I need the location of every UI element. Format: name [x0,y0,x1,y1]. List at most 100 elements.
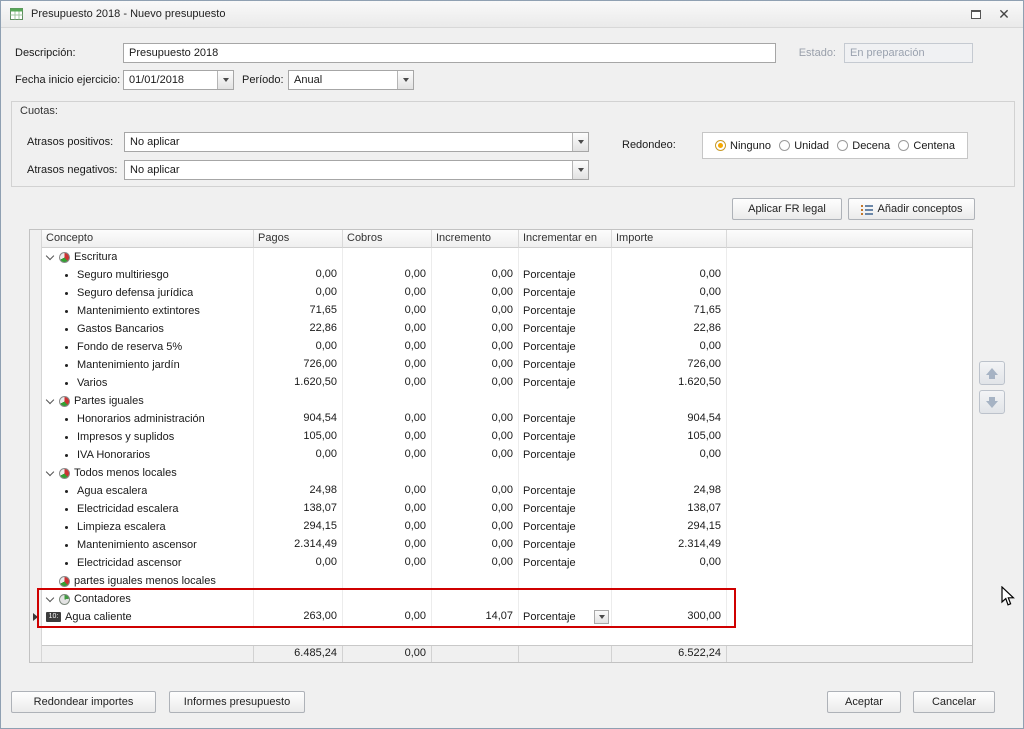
incremento-cell[interactable]: 0,00 [432,518,519,536]
incremento-cell[interactable]: 0,00 [432,284,519,302]
chevron-expanded-icon[interactable] [46,467,54,475]
importe-cell[interactable] [612,464,727,482]
incremento-cell[interactable]: 0,00 [432,338,519,356]
incremento-cell[interactable]: 0,00 [432,320,519,338]
group-row[interactable]: Escritura [42,248,972,266]
column-header-concepto[interactable]: Concepto [42,230,254,248]
concept-row[interactable]: Agua escalera24,980,000,00Porcentaje24,9… [42,482,972,500]
concepto-cell[interactable]: Escritura [42,248,254,266]
title-bar[interactable]: Presupuesto 2018 - Nuevo presupuesto ✕ [1,1,1023,28]
cobros-cell[interactable]: 0,00 [343,554,432,572]
concept-row[interactable]: Impresos y suplidos105,000,000,00Porcent… [42,428,972,446]
concept-row[interactable]: Varios1.620,500,000,00Porcentaje1.620,50 [42,374,972,392]
pagos-cell[interactable]: 71,65 [254,302,343,320]
descripcion-input[interactable]: Presupuesto 2018 [123,43,776,63]
concept-row[interactable]: Electricidad escalera138,070,000,00Porce… [42,500,972,518]
importe-cell[interactable]: 0,00 [612,554,727,572]
concept-row[interactable]: Electricidad ascensor0,000,000,00Porcent… [42,554,972,572]
column-header-pagos[interactable]: Pagos [254,230,343,248]
cobros-cell[interactable]: 0,00 [343,374,432,392]
importe-cell[interactable]: 24,98 [612,482,727,500]
importe-cell[interactable] [612,392,727,410]
chevron-expanded-icon[interactable] [46,395,54,403]
fecha-inicio-combo[interactable]: 01/01/2018 [123,70,234,90]
concepto-cell[interactable]: Todos menos locales [42,464,254,482]
periodo-combo[interactable]: Anual [288,70,414,90]
incrementar-en-cell[interactable] [519,464,612,482]
cobros-cell[interactable]: 0,00 [343,536,432,554]
pagos-cell[interactable]: 904,54 [254,410,343,428]
cobros-cell[interactable]: 0,00 [343,284,432,302]
cobros-cell[interactable]: 0,00 [343,500,432,518]
cobros-cell[interactable]: 0,00 [343,410,432,428]
cobros-cell[interactable]: 0,00 [343,320,432,338]
concept-row[interactable]: Seguro defensa jurídica0,000,000,00Porce… [42,284,972,302]
incrementar-en-cell[interactable]: Porcentaje [519,536,612,554]
redondear-importes-button[interactable]: Redondear importes [11,691,156,713]
importe-cell[interactable]: 2.314,49 [612,536,727,554]
incrementar-en-cell[interactable]: Porcentaje [519,482,612,500]
pagos-cell[interactable]: 0,00 [254,554,343,572]
incremento-cell[interactable]: 0,00 [432,374,519,392]
importe-cell[interactable]: 300,00 [612,608,727,626]
incremento-cell[interactable] [432,248,519,266]
cobros-cell[interactable]: 0,00 [343,446,432,464]
atrasos-negativos-combo[interactable]: No aplicar [124,160,589,180]
concepto-cell[interactable]: Mantenimiento ascensor [42,536,254,554]
importe-cell[interactable]: 0,00 [612,446,727,464]
incremento-cell[interactable]: 0,00 [432,410,519,428]
radio-ninguno[interactable]: Ninguno [715,140,771,152]
incrementar-en-cell[interactable]: Porcentaje [519,500,612,518]
radio-decena[interactable]: Decena [837,140,890,152]
incremento-cell[interactable]: 14,07 [432,608,519,626]
periodo-dropdown-button[interactable] [397,71,413,89]
cancelar-button[interactable]: Cancelar [913,691,995,713]
incremento-cell[interactable]: 0,00 [432,428,519,446]
close-window-button[interactable]: ✕ [993,5,1015,23]
incremento-cell[interactable]: 0,00 [432,500,519,518]
anadir-conceptos-button[interactable]: Añadir conceptos [848,198,975,220]
incrementar-en-cell[interactable]: Porcentaje [519,284,612,302]
cobros-cell[interactable] [343,248,432,266]
importe-cell[interactable]: 105,00 [612,428,727,446]
incremento-cell[interactable]: 0,00 [432,266,519,284]
concepto-cell[interactable]: Seguro defensa jurídica [42,284,254,302]
pagos-cell[interactable]: 726,00 [254,356,343,374]
incremento-cell[interactable] [432,392,519,410]
chevron-expanded-icon[interactable] [46,251,54,259]
concepto-cell[interactable]: 10:Agua caliente [42,608,254,626]
concept-row[interactable]: Seguro multiriesgo0,000,000,00Porcentaje… [42,266,972,284]
concepto-cell[interactable]: Varios [42,374,254,392]
aceptar-button[interactable]: Aceptar [827,691,901,713]
informes-presupuesto-button[interactable]: Informes presupuesto [169,691,305,713]
fecha-dropdown-button[interactable] [217,71,233,89]
importe-cell[interactable] [612,248,727,266]
pagos-cell[interactable] [254,392,343,410]
cobros-cell[interactable]: 0,00 [343,608,432,626]
concept-row[interactable]: Mantenimiento extintores71,650,000,00Por… [42,302,972,320]
concepto-cell[interactable]: Mantenimiento jardín [42,356,254,374]
incremento-cell[interactable] [432,464,519,482]
incremento-cell[interactable]: 0,00 [432,536,519,554]
concepto-cell[interactable]: Electricidad ascensor [42,554,254,572]
cobros-cell[interactable] [343,392,432,410]
group-row[interactable]: partes iguales menos locales [42,572,972,590]
pagos-cell[interactable]: 1.620,50 [254,374,343,392]
cobros-cell[interactable]: 0,00 [343,338,432,356]
incrementar-en-cell[interactable] [519,572,612,590]
pagos-cell[interactable]: 22,86 [254,320,343,338]
incrementar-en-cell[interactable]: Porcentaje [519,374,612,392]
incrementar-en-cell[interactable]: Porcentaje [519,338,612,356]
importe-cell[interactable]: 0,00 [612,338,727,356]
concepto-cell[interactable]: Partes iguales [42,392,254,410]
concepto-cell[interactable]: partes iguales menos locales [42,572,254,590]
incrementar-en-cell[interactable] [519,392,612,410]
move-row-down-button[interactable] [979,390,1005,414]
incremento-cell[interactable]: 0,00 [432,446,519,464]
cobros-cell[interactable]: 0,00 [343,266,432,284]
concept-row[interactable]: Limpieza escalera294,150,000,00Porcentaj… [42,518,972,536]
group-row[interactable]: Partes iguales [42,392,972,410]
concepto-cell[interactable]: Honorarios administración [42,410,254,428]
pagos-cell[interactable] [254,572,343,590]
concepto-cell[interactable]: Agua escalera [42,482,254,500]
